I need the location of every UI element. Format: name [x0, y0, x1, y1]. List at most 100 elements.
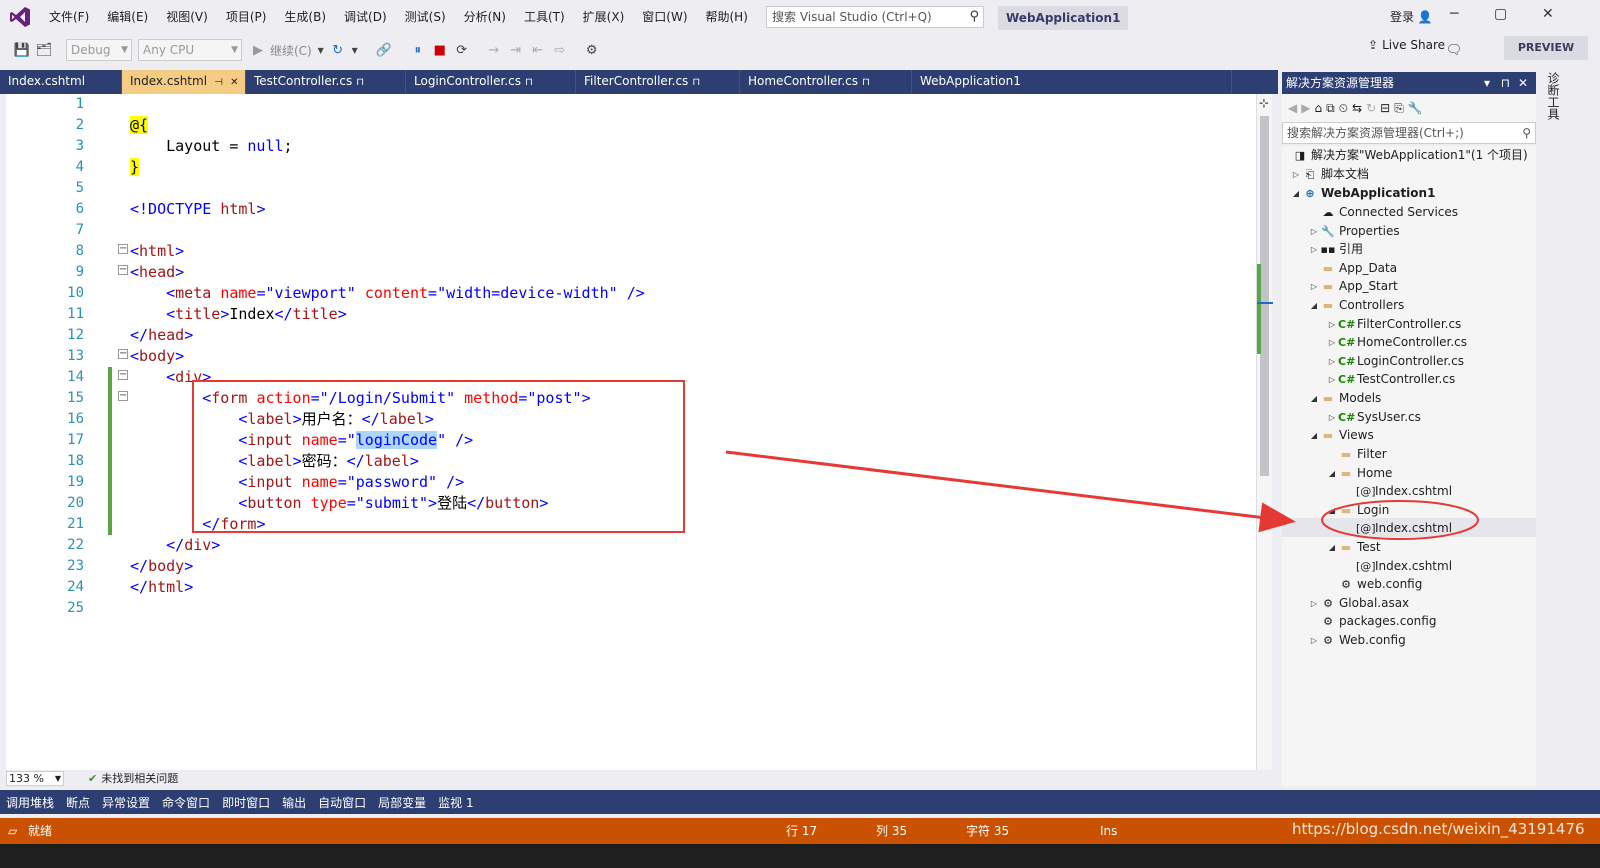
collapse-toggle-icon[interactable]: − [118, 265, 128, 275]
issues-status[interactable]: 未找到相关问题 [101, 770, 178, 786]
pin-icon[interactable]: ⊓ [862, 77, 870, 88]
tab-locals[interactable]: 局部变量 [378, 794, 426, 811]
tree-item-references[interactable]: ▷ ▪▪ 引用 [1308, 240, 1363, 259]
tab-command-window[interactable]: 命令窗口 [162, 794, 210, 811]
tree-item-web-config[interactable]: ▷ ⚙ Web.config [1308, 631, 1406, 650]
tree-item-packages-config[interactable]: ⚙ packages.config [1320, 612, 1436, 631]
refresh-icon[interactable]: ↻ [1366, 101, 1376, 115]
menu-tools[interactable]: 工具(T) [515, 0, 574, 34]
play-icon[interactable]: ▶ [248, 40, 268, 60]
expand-icon[interactable]: ▷ [1326, 352, 1338, 371]
menu-help[interactable]: 帮助(H) [697, 0, 757, 34]
back-icon[interactable]: ◀ [1288, 101, 1297, 115]
tree-item-login-controller[interactable]: ▷ C# LoginController.cs [1326, 352, 1464, 371]
collapse-toggle-icon[interactable]: − [118, 391, 128, 401]
expand-icon[interactable]: ▷ [1308, 240, 1320, 259]
history-icon[interactable]: ⏲ [1339, 101, 1348, 116]
collapse-icon[interactable]: ◢ [1326, 464, 1338, 483]
step-out-icon[interactable]: ⇤ [528, 40, 548, 60]
expand-icon[interactable]: ▷ [1326, 315, 1338, 334]
tab-filter-controller[interactable]: FilterController.cs ⊓ [576, 70, 740, 94]
forward-icon[interactable]: ▶ [1301, 101, 1310, 115]
pin-icon[interactable]: ⊓ [692, 77, 700, 88]
tab-login-controller[interactable]: LoginController.cs ⊓ [406, 70, 576, 94]
collapse-icon[interactable]: ◢ [1326, 501, 1338, 520]
tree-item-app-data[interactable]: ▬ App_Data [1320, 259, 1397, 278]
sync-icon[interactable]: ⇆ [1352, 101, 1362, 115]
restart-icon[interactable]: ⟳ [452, 40, 472, 60]
tree-item-solution[interactable]: ◨ 解决方案"WebApplication1"(1 个项目) [1292, 146, 1528, 165]
editor-vertical-scrollbar[interactable]: ⊹ [1256, 94, 1273, 770]
collapse-icon[interactable]: ◢ [1308, 426, 1320, 445]
tree-item-home-index[interactable]: [@] Index.cshtml [1356, 482, 1452, 501]
continue-button[interactable]: 继续(C) [270, 42, 312, 59]
collapse-icon[interactable]: ◢ [1290, 184, 1302, 203]
maximize-icon[interactable]: ▢ [1494, 6, 1507, 22]
tab-test-controller[interactable]: TestController.cs ⊓ [246, 70, 406, 94]
pin-icon[interactable]: ⊓ [356, 77, 364, 88]
solution-explorer-search[interactable]: 搜索解决方案资源管理器(Ctrl+;) ⚲ [1282, 122, 1536, 144]
close-window-icon[interactable]: ✕ [1542, 6, 1554, 22]
step-back-icon[interactable]: ⇨ [550, 40, 570, 60]
tree-item-app-start[interactable]: ▷ ▬ App_Start [1308, 277, 1398, 296]
pin-icon[interactable]: ⊓ [525, 77, 533, 88]
expand-icon[interactable]: ▷ [1290, 165, 1302, 184]
collapse-toggle-icon[interactable]: − [118, 244, 128, 254]
tree-item-login-folder[interactable]: ◢ ▬ Login [1326, 501, 1389, 520]
dropdown-icon-2[interactable]: ▼ [350, 40, 360, 60]
pause-icon[interactable]: ⏸ [408, 40, 428, 60]
pin-icon[interactable]: ⊣ [211, 77, 223, 88]
tab-autos[interactable]: 自动窗口 [318, 794, 366, 811]
live-share-button[interactable]: ⇪ Live Share [1368, 38, 1445, 52]
tree-item-scripts[interactable]: ▷ ⎗ 脚本文档 [1290, 165, 1369, 184]
expand-icon[interactable]: ▷ [1326, 408, 1338, 427]
tab-index-cshtml-active[interactable]: Index.cshtml ⊣ ✕ [122, 70, 246, 94]
tab-index-cshtml-1[interactable]: Index.cshtml [0, 70, 122, 94]
tree-item-sysuser[interactable]: ▷ C# SysUser.cs [1326, 408, 1421, 427]
tab-call-stack[interactable]: 调用堆栈 [6, 794, 54, 811]
minimize-icon[interactable]: ─ [1450, 6, 1458, 22]
menu-extensions[interactable]: 扩展(X) [574, 0, 634, 34]
collapse-toggle-icon[interactable]: − [118, 370, 128, 380]
tree-item-home-controller[interactable]: ▷ C# HomeController.cs [1326, 333, 1467, 352]
tab-home-controller[interactable]: HomeController.cs ⊓ [740, 70, 912, 94]
split-icon[interactable]: ⊹ [1259, 96, 1269, 110]
tree-item-filter-folder[interactable]: ▬ Filter [1338, 445, 1387, 464]
properties-icon[interactable]: 🔧 [1408, 101, 1423, 115]
expand-icon[interactable]: ▷ [1308, 631, 1320, 650]
menu-analyze[interactable]: 分析(N) [455, 0, 515, 34]
expand-icon[interactable]: ▷ [1308, 594, 1320, 613]
scrollbar-thumb[interactable] [1260, 116, 1269, 476]
zoom-select[interactable]: 133 % ▼ [6, 770, 64, 786]
collapse-toggle-icon[interactable]: − [118, 349, 128, 359]
tree-item-models[interactable]: ◢ ▬ Models [1308, 389, 1381, 408]
tree-item-properties[interactable]: ▷ 🔧 Properties [1308, 222, 1400, 241]
expand-icon[interactable]: ▷ [1326, 333, 1338, 352]
login-button[interactable]: 登录 👤 [1390, 8, 1433, 25]
tree-item-project[interactable]: ◢ ⊕ WebApplication1 [1290, 184, 1436, 203]
step-over-icon[interactable]: ⇥ [506, 40, 526, 60]
switch-views-icon[interactable]: ⧉ [1326, 101, 1335, 116]
feedback-icon[interactable]: 🗨 [1444, 40, 1464, 60]
vs-search-input[interactable]: 搜索 Visual Studio (Ctrl+Q) ⚲ [766, 6, 984, 28]
menu-window[interactable]: 窗口(W) [633, 0, 696, 34]
menu-file[interactable]: 文件(F) [40, 0, 98, 34]
tree-item-views[interactable]: ◢ ▬ Views [1308, 426, 1374, 445]
expand-icon[interactable]: ▷ [1308, 277, 1320, 296]
tree-item-test-folder[interactable]: ◢ ▬ Test [1326, 538, 1381, 557]
tab-exception-settings[interactable]: 异常设置 [102, 794, 150, 811]
tab-immediate-window[interactable]: 即时窗口 [222, 794, 270, 811]
tab-output[interactable]: 输出 [282, 794, 306, 811]
platform-select[interactable]: Any CPU ▼ [138, 39, 242, 61]
thread-icon[interactable]: ⚙ [582, 40, 602, 60]
tab-breakpoints[interactable]: 断点 [66, 794, 90, 811]
collapse-icon[interactable]: ◢ [1308, 389, 1320, 408]
dropdown-icon[interactable]: ▾ [1484, 72, 1490, 94]
browser-link-icon[interactable]: 🔗 [374, 40, 394, 60]
tab-watch-1[interactable]: 监视 1 [438, 794, 473, 811]
save-icon[interactable]: 💾 [12, 40, 32, 60]
tree-item-views-web-config[interactable]: ⚙ web.config [1338, 575, 1422, 594]
tree-item-test-index[interactable]: [@] Index.cshtml [1356, 557, 1452, 576]
dropdown-icon[interactable]: ▼ [316, 40, 326, 60]
menu-debug[interactable]: 调试(D) [335, 0, 396, 34]
